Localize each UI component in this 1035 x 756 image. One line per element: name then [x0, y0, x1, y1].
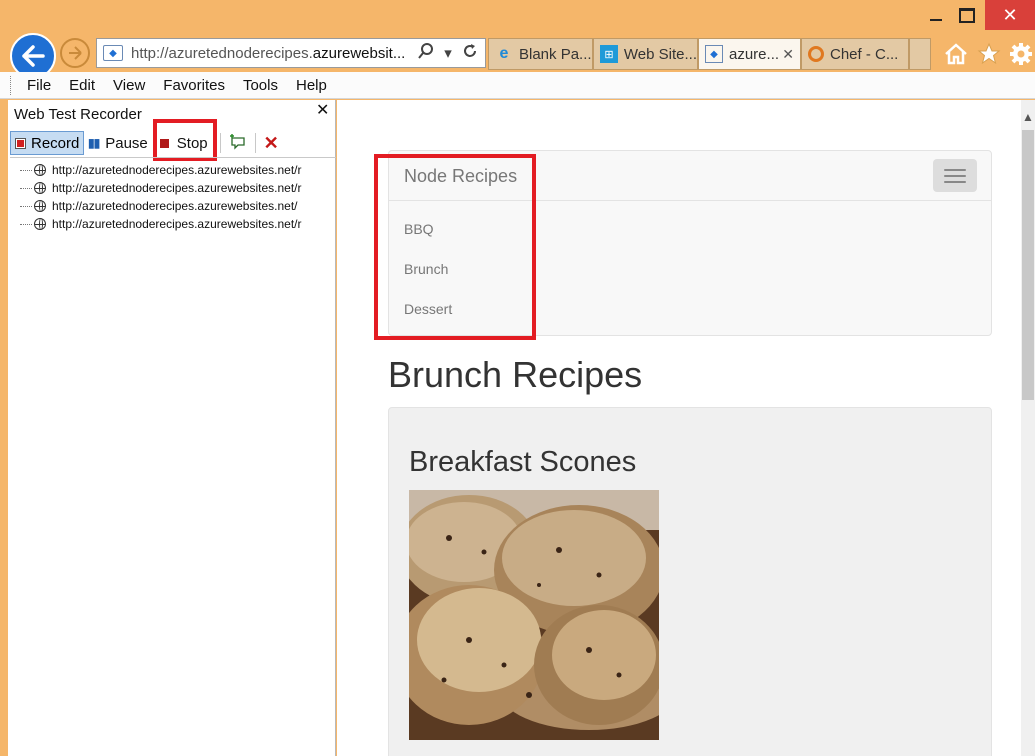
hamburger-menu-button[interactable]: [933, 159, 977, 192]
delete-request-button[interactable]: ✕: [260, 131, 283, 155]
delete-x-icon: ✕: [263, 132, 279, 153]
toolbar-grip[interactable]: [10, 76, 13, 95]
search-icon[interactable]: [415, 43, 437, 63]
panel-title: Web Test Recorder: [14, 106, 142, 123]
home-icon[interactable]: [942, 40, 970, 68]
toolbar-separator: [219, 133, 221, 153]
tree-connector: [20, 223, 32, 225]
maximize-button[interactable]: [948, 0, 986, 30]
panel-close-icon[interactable]: ✕: [316, 100, 329, 120]
recorder-toolbar: Record ▮▮ Pause Stop ✕: [10, 119, 336, 161]
menu-file[interactable]: File: [26, 75, 52, 96]
recipe-title[interactable]: Breakfast Scones: [409, 446, 636, 479]
ie-icon: e: [499, 45, 509, 62]
menu-bar: File Edit View Favorites Tools Help: [0, 72, 1035, 99]
window-titlebar: ✕: [0, 0, 1035, 30]
globe-icon: [34, 200, 46, 212]
add-comment-icon: [229, 133, 247, 153]
page-icon: ◆: [705, 45, 723, 63]
new-tab-button[interactable]: [909, 38, 931, 70]
menu-view[interactable]: View: [112, 75, 146, 96]
request-item[interactable]: http://azuretednoderecipes.azurewebsites…: [10, 161, 336, 179]
scroll-thumb[interactable]: [1022, 130, 1034, 400]
record-icon: [15, 137, 26, 149]
forward-arrow-icon: [69, 46, 82, 60]
chef-icon: [808, 46, 824, 62]
menu-edit[interactable]: Edit: [68, 75, 96, 96]
tree-connector: [20, 205, 32, 207]
hamburger-bar: [944, 180, 966, 183]
settings-gear-icon[interactable]: [1007, 40, 1035, 68]
recipe-photo[interactable]: [409, 490, 659, 740]
globe-icon: [34, 182, 46, 194]
request-tree: http://azuretednoderecipes.azurewebsites…: [10, 157, 336, 756]
tab-blank-page[interactable]: e Blank Pa...: [488, 38, 593, 70]
vertical-scrollbar[interactable]: ▲: [1021, 100, 1035, 756]
record-button[interactable]: Record: [10, 131, 84, 155]
tab-close-icon[interactable]: ✕: [782, 46, 794, 63]
back-arrow-icon: [22, 45, 45, 67]
address-url[interactable]: http://azuretednoderecipes.azurewebsit..…: [131, 45, 415, 62]
stop-highlight-box: [153, 119, 217, 161]
globe-icon: [34, 164, 46, 176]
recipe-card: Breakfast Scones: [388, 407, 992, 756]
windows-icon: ⊞: [600, 45, 618, 63]
pause-icon: ▮▮: [88, 136, 100, 150]
tree-connector: [20, 187, 32, 189]
refresh-icon[interactable]: [459, 43, 481, 63]
address-bar[interactable]: ◆ http://azuretednoderecipes.azurewebsit…: [96, 38, 486, 68]
hamburger-bar: [944, 174, 966, 177]
nav-highlight-box: [374, 154, 536, 340]
close-window-button[interactable]: ✕: [985, 0, 1035, 30]
web-page-content: Node Recipes BBQ Brunch Dessert Brunch R…: [337, 100, 1021, 756]
forward-button[interactable]: [60, 38, 90, 68]
scroll-up-arrow-icon[interactable]: ▲: [1021, 110, 1035, 124]
web-test-recorder-panel: Web Test Recorder ✕ Record ▮▮ Pause Stop…: [8, 100, 336, 756]
page-title: Brunch Recipes: [388, 354, 643, 395]
toolbar-separator: [254, 133, 256, 153]
request-item[interactable]: http://azuretednoderecipes.azurewebsites…: [10, 215, 336, 233]
site-favicon-icon: ◆: [103, 45, 123, 61]
hamburger-bar: [944, 168, 966, 171]
browser-navigation-bar: ◆ http://azuretednoderecipes.azurewebsit…: [0, 30, 1035, 79]
menu-help[interactable]: Help: [295, 75, 328, 96]
tree-connector: [20, 169, 32, 171]
globe-icon: [34, 218, 46, 230]
request-item[interactable]: http://azuretednoderecipes.azurewebsites…: [10, 179, 336, 197]
request-item[interactable]: http://azuretednoderecipes.azurewebsites…: [10, 197, 336, 215]
favorites-star-icon[interactable]: [975, 40, 1003, 68]
tab-chef[interactable]: Chef - C...: [801, 38, 909, 70]
pause-button[interactable]: ▮▮ Pause: [84, 131, 152, 155]
menu-tools[interactable]: Tools: [242, 75, 279, 96]
dropdown-chevron-icon[interactable]: ▾: [437, 44, 459, 62]
tab-azure[interactable]: ◆ azure... ✕: [698, 38, 801, 70]
add-comment-button[interactable]: [225, 131, 251, 155]
tab-web-sites[interactable]: ⊞ Web Site...: [593, 38, 698, 70]
menu-favorites[interactable]: Favorites: [162, 75, 226, 96]
